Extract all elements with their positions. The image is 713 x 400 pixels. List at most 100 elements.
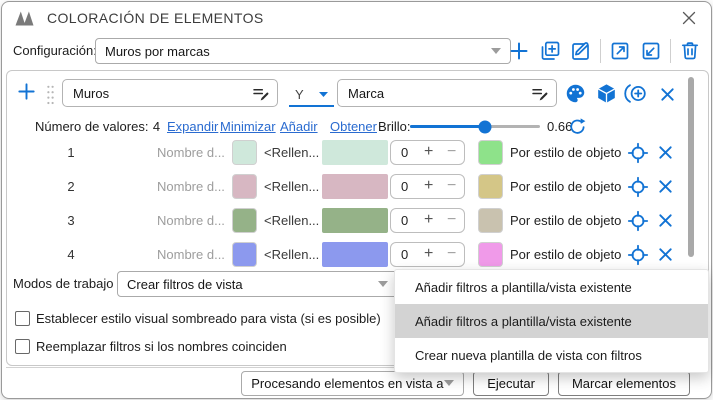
work-mode-dropdown-menu: Añadir filtros a plantilla/vista existen… xyxy=(394,269,709,373)
configuration-toolbar xyxy=(507,37,702,65)
edit-configuration-icon[interactable] xyxy=(569,39,593,63)
values-count-value: 4 xyxy=(153,119,160,134)
fill-color-swatch[interactable] xyxy=(232,242,257,267)
count-stepper[interactable]: 0 + − xyxy=(390,208,465,233)
object-color-swatch[interactable] xyxy=(478,208,503,233)
minimize-link[interactable]: Minimizar xyxy=(220,117,276,137)
stepper-plus[interactable]: + xyxy=(424,243,433,265)
processing-mode-select[interactable]: Procesando elementos en vista actual xyxy=(241,371,464,396)
cube-icon[interactable] xyxy=(596,83,617,104)
count-stepper[interactable]: 0 + − xyxy=(390,242,465,267)
category-input[interactable]: Muros xyxy=(62,79,278,107)
stepper-minus[interactable]: − xyxy=(447,209,456,230)
stepper-plus[interactable]: + xyxy=(424,209,433,231)
object-style-label: Por estilo de objeto xyxy=(510,173,622,201)
chevron-down-icon xyxy=(491,48,501,54)
locate-elements-icon[interactable] xyxy=(627,142,649,164)
fill-color-swatch[interactable] xyxy=(232,208,257,233)
menu-item[interactable]: Añadir filtros a plantilla/vista existen… xyxy=(395,304,708,338)
object-color-swatch[interactable] xyxy=(478,174,503,199)
remove-filter-icon[interactable] xyxy=(660,87,675,102)
stepper-plus[interactable]: + xyxy=(424,141,433,163)
value-name-input[interactable]: Nombre d... xyxy=(157,139,227,167)
palette-icon[interactable] xyxy=(565,83,586,104)
stepper-value: 0 xyxy=(401,175,408,198)
mark-elements-button[interactable]: Marcar elementos xyxy=(558,371,690,396)
configuration-value: Muros por marcas xyxy=(105,44,210,59)
configuration-select[interactable]: Muros por marcas xyxy=(95,38,511,64)
stepper-minus[interactable]: − xyxy=(447,175,456,196)
fill-color-swatch[interactable] xyxy=(232,140,257,165)
object-style-label: Por estilo de objeto xyxy=(510,207,622,235)
menu-item[interactable]: Crear nueva plantilla de vista con filtr… xyxy=(395,338,708,372)
remove-value-icon[interactable] xyxy=(658,179,673,194)
fill-pattern-label[interactable]: <Rellen... xyxy=(264,173,320,201)
value-name-input[interactable]: Nombre d... xyxy=(157,241,227,269)
fill-pattern-label[interactable]: <Rellen... xyxy=(264,207,320,235)
duplicate-configuration-icon[interactable] xyxy=(538,39,562,63)
toolbar-divider xyxy=(670,39,671,63)
list-edit-icon[interactable] xyxy=(531,85,548,102)
stepper-value: 0 xyxy=(401,209,408,232)
value-name-input[interactable]: Nombre d... xyxy=(157,207,227,235)
count-stepper[interactable]: 0 + − xyxy=(390,140,465,165)
screenshot-stage: COLORACIÓN DE ELEMENTOS Configuración: M… xyxy=(0,0,713,400)
select-elements-icon[interactable] xyxy=(624,83,648,104)
parameter-value: Marca xyxy=(348,86,384,101)
stepper-minus[interactable]: − xyxy=(447,243,456,264)
expand-link[interactable]: Expandir xyxy=(167,117,218,137)
brightness-slider[interactable] xyxy=(410,117,540,137)
color-bar[interactable] xyxy=(322,242,388,267)
value-index: 4 xyxy=(59,241,83,269)
drag-handle-icon[interactable] xyxy=(46,84,55,106)
locate-elements-icon[interactable] xyxy=(627,210,649,232)
work-mode-select[interactable]: Crear filtros de vista xyxy=(117,271,398,297)
add-value-link[interactable]: Añadir xyxy=(280,117,318,137)
operator-select[interactable]: Y xyxy=(289,83,334,107)
add-configuration-icon[interactable] xyxy=(507,39,531,63)
remove-value-icon[interactable] xyxy=(658,213,673,228)
value-name-input[interactable]: Nombre d... xyxy=(157,173,227,201)
value-row: 1 Nombre d... <Rellen... 0 + − Por estil… xyxy=(7,139,708,167)
fill-pattern-label[interactable]: <Rellen... xyxy=(264,139,320,167)
brightness-fill xyxy=(410,125,485,128)
color-bar[interactable] xyxy=(322,140,388,165)
fill-pattern-label[interactable]: <Rellen... xyxy=(264,241,320,269)
stepper-plus[interactable]: + xyxy=(424,175,433,197)
object-style-label: Por estilo de objeto xyxy=(510,139,622,167)
work-mode-value: Crear filtros de vista xyxy=(127,277,243,292)
remove-value-icon[interactable] xyxy=(658,145,673,160)
fill-color-swatch[interactable] xyxy=(232,174,257,199)
shaded-style-label: Establecer estilo visual sombreado para … xyxy=(36,311,381,327)
locate-elements-icon[interactable] xyxy=(627,244,649,266)
stepper-value: 0 xyxy=(401,243,408,266)
object-color-swatch[interactable] xyxy=(478,140,503,165)
object-color-swatch[interactable] xyxy=(478,242,503,267)
brightness-thumb[interactable] xyxy=(479,121,492,134)
list-edit-icon[interactable] xyxy=(252,85,269,102)
count-stepper[interactable]: 0 + − xyxy=(390,174,465,199)
locate-elements-icon[interactable] xyxy=(627,176,649,198)
execute-button[interactable]: Ejecutar xyxy=(473,371,549,396)
menu-item[interactable]: Añadir filtros a plantilla/vista existen… xyxy=(395,270,708,304)
title-bar: COLORACIÓN DE ELEMENTOS xyxy=(2,2,711,34)
brightness-label: Brillo: xyxy=(378,117,411,137)
parameter-input[interactable]: Marca xyxy=(337,79,557,107)
replace-filters-label: Reemplazar filtros si los nombres coinci… xyxy=(36,339,287,355)
close-icon[interactable] xyxy=(680,9,698,27)
shaded-style-checkbox[interactable] xyxy=(15,311,30,326)
color-bar[interactable] xyxy=(322,174,388,199)
stepper-minus[interactable]: − xyxy=(447,141,456,162)
color-bar[interactable] xyxy=(322,208,388,233)
replace-filters-checkbox[interactable] xyxy=(15,339,30,354)
import-configuration-icon[interactable] xyxy=(639,39,663,63)
get-values-link[interactable]: Obtener xyxy=(330,117,377,137)
add-filter-icon[interactable] xyxy=(16,81,37,102)
remove-value-icon[interactable] xyxy=(658,247,673,262)
value-index: 1 xyxy=(59,139,83,167)
export-configuration-icon[interactable] xyxy=(608,39,632,63)
slider-track[interactable] xyxy=(410,125,540,128)
configuration-label: Configuración: xyxy=(13,37,97,64)
delete-configuration-icon[interactable] xyxy=(678,39,702,63)
reset-brightness-icon[interactable] xyxy=(568,117,587,136)
